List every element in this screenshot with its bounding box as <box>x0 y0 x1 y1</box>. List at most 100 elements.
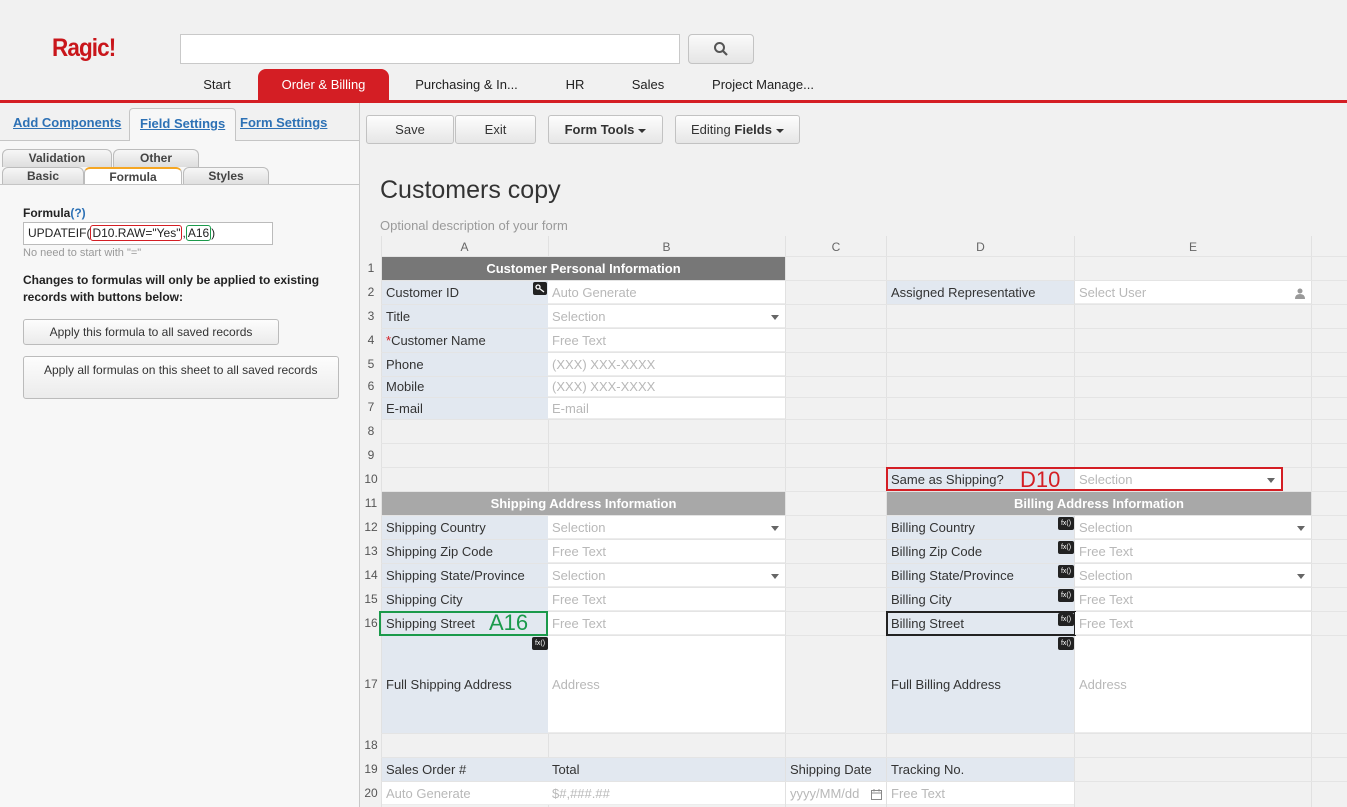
tab-start[interactable]: Start <box>186 69 248 101</box>
field-billing-state[interactable]: Selection <box>1075 564 1311 587</box>
col-header-d[interactable]: D <box>887 240 1074 254</box>
ragic-logo[interactable]: Ragic! <box>52 34 116 63</box>
field-title[interactable]: Selection <box>548 305 785 328</box>
row-number[interactable]: 14 <box>362 568 380 582</box>
search-button[interactable] <box>688 34 754 64</box>
label-shipping-zip[interactable]: Shipping Zip Code <box>382 540 548 563</box>
tab-project-management[interactable]: Project Manage... <box>700 69 826 101</box>
subtab-basic[interactable]: Basic <box>2 167 84 185</box>
label-shipping-city[interactable]: Shipping City <box>382 588 548 611</box>
label-billing-state[interactable]: Billing State/Province <box>887 564 1074 587</box>
search-input[interactable] <box>180 34 680 64</box>
panel-top-tabs: Add Components Field Settings Form Setti… <box>0 103 359 143</box>
label-customer-id[interactable]: Customer ID <box>382 281 548 304</box>
label-mobile[interactable]: Mobile <box>382 377 548 397</box>
row-number[interactable]: 2 <box>362 285 380 299</box>
tab-hr[interactable]: HR <box>552 69 598 101</box>
label-assigned-representative[interactable]: Assigned Representative <box>887 281 1074 304</box>
subtab-styles[interactable]: Styles <box>183 167 269 185</box>
field-shipping-country[interactable]: Selection <box>548 516 785 539</box>
section-customer-info[interactable]: Customer Personal Information <box>382 257 785 280</box>
field-phone[interactable]: (XXX) XXX-XXXX <box>548 353 785 376</box>
row-number[interactable]: 18 <box>362 738 380 752</box>
label-shipping-date[interactable]: Shipping Date <box>786 758 886 781</box>
form-tools-button[interactable]: Form Tools <box>548 115 663 144</box>
row-number[interactable]: 15 <box>362 592 380 606</box>
field-customer-id[interactable]: Auto Generate <box>548 281 785 304</box>
label-customer-name[interactable]: *Customer Name <box>382 329 548 352</box>
field-shipping-street[interactable]: Free Text <box>548 612 785 635</box>
tab-add-components[interactable]: Add Components <box>3 108 131 142</box>
field-customer-name[interactable]: Free Text <box>548 329 785 352</box>
field-total[interactable]: $#,###.## <box>548 782 785 805</box>
tab-field-settings[interactable]: Field Settings <box>129 108 237 143</box>
field-assigned-representative[interactable]: Select User <box>1075 281 1311 304</box>
subtab-other[interactable]: Other <box>113 149 199 167</box>
row-number[interactable]: 17 <box>362 677 380 691</box>
formula-help-link[interactable]: (?) <box>70 206 85 220</box>
form-description[interactable]: Optional description of your form <box>380 218 568 233</box>
row-number[interactable]: 9 <box>362 448 380 462</box>
row-number[interactable]: 4 <box>362 333 380 347</box>
section-shipping-address[interactable]: Shipping Address Information <box>382 492 785 515</box>
label-billing-zip[interactable]: Billing Zip Code <box>887 540 1074 563</box>
row-number[interactable]: 8 <box>362 424 380 438</box>
label-total[interactable]: Total <box>548 758 785 781</box>
subtab-formula[interactable]: Formula <box>84 167 182 185</box>
row-number[interactable]: 1 <box>362 261 380 275</box>
field-billing-street[interactable]: Free Text <box>1075 612 1311 635</box>
row-number[interactable]: 7 <box>362 400 380 414</box>
label-shipping-country[interactable]: Shipping Country <box>382 516 548 539</box>
tab-order-billing[interactable]: Order & Billing <box>258 69 389 101</box>
field-shipping-state[interactable]: Selection <box>548 564 785 587</box>
field-shipping-date[interactable]: yyyy/MM/dd <box>786 782 886 805</box>
label-shipping-state[interactable]: Shipping State/Province <box>382 564 548 587</box>
row-number[interactable]: 6 <box>362 379 380 393</box>
col-header-b[interactable]: B <box>548 240 785 254</box>
col-header-e[interactable]: E <box>1075 240 1311 254</box>
row-number[interactable]: 19 <box>362 762 380 776</box>
subtab-validation[interactable]: Validation <box>2 149 112 167</box>
field-billing-city[interactable]: Free Text <box>1075 588 1311 611</box>
row-number[interactable]: 5 <box>362 357 380 371</box>
field-full-shipping-address[interactable]: Address <box>548 636 785 733</box>
form-title[interactable]: Customers copy <box>380 176 561 205</box>
field-tracking-no[interactable]: Free Text <box>887 782 1074 805</box>
col-header-a[interactable]: A <box>381 240 548 254</box>
label-billing-city[interactable]: Billing City <box>887 588 1074 611</box>
save-button[interactable]: Save <box>366 115 454 144</box>
row-number[interactable]: 16 <box>362 616 380 630</box>
row-number[interactable]: 11 <box>362 496 380 510</box>
editing-mode-button[interactable]: Editing Fields <box>675 115 800 144</box>
col-header-c[interactable]: C <box>786 240 886 254</box>
label-full-shipping-address[interactable]: Full Shipping Address <box>382 636 548 733</box>
field-sales-order[interactable]: Auto Generate <box>382 782 548 805</box>
field-shipping-zip[interactable]: Free Text <box>548 540 785 563</box>
formula-input[interactable]: UPDATEIF(D10.RAW="Yes", A16) <box>23 222 273 245</box>
field-shipping-city[interactable]: Free Text <box>548 588 785 611</box>
exit-button[interactable]: Exit <box>455 115 536 144</box>
field-full-billing-address[interactable]: Address <box>1075 636 1311 733</box>
label-phone[interactable]: Phone <box>382 353 548 376</box>
section-billing-address[interactable]: Billing Address Information <box>887 492 1311 515</box>
field-billing-country[interactable]: Selection <box>1075 516 1311 539</box>
label-title[interactable]: Title <box>382 305 548 328</box>
field-mobile[interactable]: (XXX) XXX-XXXX <box>548 377 785 397</box>
label-full-billing-address[interactable]: Full Billing Address <box>887 636 1074 733</box>
field-email[interactable]: E-mail <box>548 398 785 419</box>
row-number[interactable]: 12 <box>362 520 380 534</box>
row-number[interactable]: 10 <box>362 472 380 486</box>
tab-sales[interactable]: Sales <box>620 69 676 101</box>
apply-all-formulas-button[interactable]: Apply all formulas on this sheet to all … <box>23 356 339 399</box>
label-billing-country[interactable]: Billing Country <box>887 516 1074 539</box>
apply-formula-button[interactable]: Apply this formula to all saved records <box>23 319 279 345</box>
tab-form-settings[interactable]: Form Settings <box>230 108 337 142</box>
label-email[interactable]: E-mail <box>382 398 548 419</box>
row-number[interactable]: 20 <box>362 786 380 800</box>
row-number[interactable]: 3 <box>362 309 380 323</box>
row-number[interactable]: 13 <box>362 544 380 558</box>
label-sales-order[interactable]: Sales Order # <box>382 758 548 781</box>
tab-purchasing[interactable]: Purchasing & In... <box>404 69 529 101</box>
label-tracking-no[interactable]: Tracking No. <box>887 758 1074 781</box>
field-billing-zip[interactable]: Free Text <box>1075 540 1311 563</box>
